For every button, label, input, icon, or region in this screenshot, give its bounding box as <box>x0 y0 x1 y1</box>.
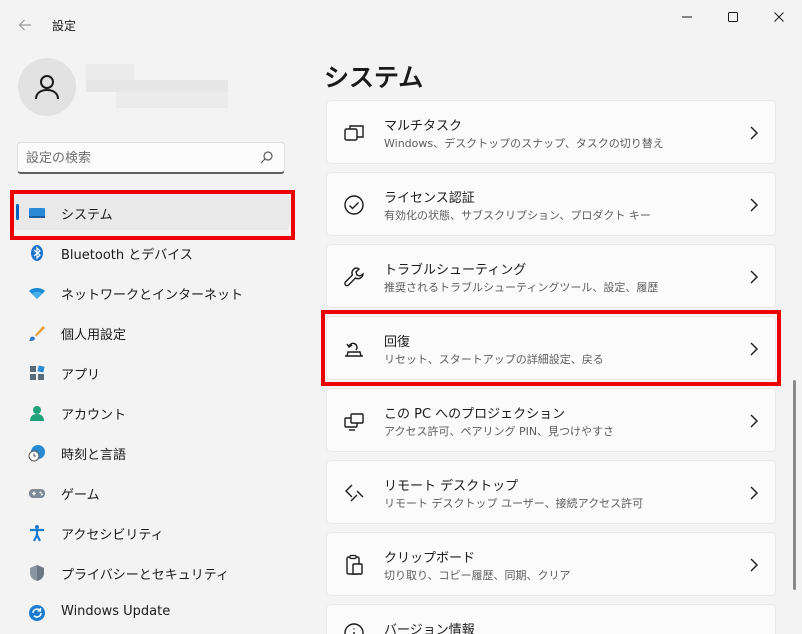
wifi-icon <box>29 288 45 299</box>
sidebar-item-personalization[interactable]: 個人用設定 <box>14 314 290 350</box>
arrow-left-icon <box>18 19 31 31</box>
remote-desktop-icon <box>345 484 364 502</box>
highlight-box-system <box>10 190 295 240</box>
card-multitasking[interactable]: マルチタスク Windows、デスクトップのスナップ、タスクの切り替え <box>326 100 776 164</box>
sidebar-item-label: プライバシーとセキュリティ <box>61 568 229 583</box>
sidebar-item-network[interactable]: ネットワークとインターネット <box>14 274 290 310</box>
chevron-right-icon <box>750 270 758 284</box>
card-title: クリップボード <box>384 551 476 566</box>
sidebar-item-label: アクセシビリティ <box>61 528 164 543</box>
sidebar-item-label: ゲーム <box>61 488 100 503</box>
sidebar-item-label: アカウント <box>61 408 127 423</box>
card-subtitle: 有効化の状態、サブスクリプション、プロダクト キー <box>384 209 651 222</box>
sidebar-item-privacy-security[interactable]: プライバシーとセキュリティ <box>14 554 290 590</box>
sidebar-item-accessibility[interactable]: アクセシビリティ <box>14 514 290 550</box>
search-input[interactable] <box>26 148 246 168</box>
chevron-right-icon <box>750 198 758 212</box>
chevron-right-icon <box>750 486 758 500</box>
sidebar-item-accounts[interactable]: アカウント <box>14 394 290 430</box>
sidebar-item-label: 時刻と言語 <box>61 448 127 463</box>
sidebar-item-gaming[interactable]: ゲーム <box>14 474 290 510</box>
multitask-icon <box>344 125 364 141</box>
person-icon <box>35 75 59 100</box>
card-title: マルチタスク <box>384 119 463 134</box>
brush-icon <box>29 326 45 341</box>
card-remote-desktop[interactable]: リモート デスクトップ リモート デスクトップ ユーザー、接続アクセス許可 <box>326 460 776 524</box>
card-about[interactable]: バージョン情報 <box>326 604 776 634</box>
maximize-icon <box>728 12 738 22</box>
settings-window: 設定 システム Bluetooth とデバイス <box>0 0 802 634</box>
sidebar-item-label: 個人用設定 <box>61 328 127 343</box>
sidebar-item-time-language[interactable]: 時刻と言語 <box>14 434 290 470</box>
apps-icon <box>30 365 45 380</box>
card-subtitle: 推奨されるトラブルシューティングツール、設定、履歴 <box>384 281 659 294</box>
sidebar-item-label: Windows Update <box>61 604 171 619</box>
user-name-redacted <box>86 64 228 108</box>
card-title: トラブルシューティング <box>384 263 527 278</box>
wrench-icon <box>344 267 364 287</box>
scrollbar-thumb[interactable] <box>793 380 796 590</box>
search-box[interactable] <box>17 142 285 174</box>
sidebar-item-label: ネットワークとインターネット <box>61 288 244 303</box>
card-subtitle: アクセス許可、ペアリング PIN、見つけやすさ <box>384 425 615 438</box>
account-icon <box>30 406 44 421</box>
minimize-button[interactable] <box>664 0 710 34</box>
sidebar-item-apps[interactable]: アプリ <box>14 354 290 390</box>
shield-icon <box>30 565 44 581</box>
activation-check-icon <box>344 195 364 215</box>
card-title: ライセンス認証 <box>384 191 475 206</box>
avatar[interactable] <box>18 58 76 116</box>
highlight-box-recovery <box>321 310 781 386</box>
card-activation[interactable]: ライセンス認証 有効化の状態、サブスクリプション、プロダクト キー <box>326 172 776 236</box>
search-icon[interactable] <box>260 150 274 164</box>
card-title: リモート デスクトップ <box>384 479 519 494</box>
card-title: この PC へのプロジェクション <box>384 407 566 422</box>
chevron-right-icon <box>750 126 758 140</box>
close-button[interactable] <box>756 0 802 34</box>
info-icon <box>344 623 364 634</box>
card-subtitle: リモート デスクトップ ユーザー、接続アクセス許可 <box>384 497 644 510</box>
update-icon <box>29 605 45 621</box>
minimize-icon <box>682 16 692 18</box>
sidebar-item-label: Bluetooth とデバイス <box>61 248 193 263</box>
card-clipboard[interactable]: クリップボード 切り取り、コピー履歴、同期、クリア <box>326 532 776 596</box>
app-title: 設定 <box>52 19 77 33</box>
clipboard-icon <box>346 554 363 575</box>
card-subtitle: 切り取り、コピー履歴、同期、クリア <box>384 569 571 582</box>
bluetooth-icon <box>31 245 43 261</box>
title-bar: 設定 <box>0 0 802 48</box>
card-subtitle: Windows、デスクトップのスナップ、タスクの切り替え <box>384 137 664 150</box>
sidebar-item-windows-update[interactable]: Windows Update <box>14 594 290 630</box>
sidebar-item-label: アプリ <box>61 368 101 383</box>
maximize-button[interactable] <box>710 0 756 34</box>
sidebar-nav: システム Bluetooth とデバイス ネットワークとインターネット 個人用設… <box>14 194 290 634</box>
globe-clock-icon <box>28 445 45 462</box>
accessibility-icon <box>30 525 44 542</box>
chevron-right-icon <box>750 414 758 428</box>
page-title: システム <box>324 63 424 92</box>
chevron-right-icon <box>750 558 758 572</box>
gamepad-icon <box>29 489 45 498</box>
card-projection[interactable]: この PC へのプロジェクション アクセス許可、ペアリング PIN、見つけやすさ <box>326 388 776 452</box>
back-button[interactable] <box>12 12 38 38</box>
projection-icon <box>344 413 364 431</box>
card-title: バージョン情報 <box>384 623 475 634</box>
card-troubleshoot[interactable]: トラブルシューティング 推奨されるトラブルシューティングツール、設定、履歴 <box>326 244 776 308</box>
close-icon <box>774 12 784 22</box>
